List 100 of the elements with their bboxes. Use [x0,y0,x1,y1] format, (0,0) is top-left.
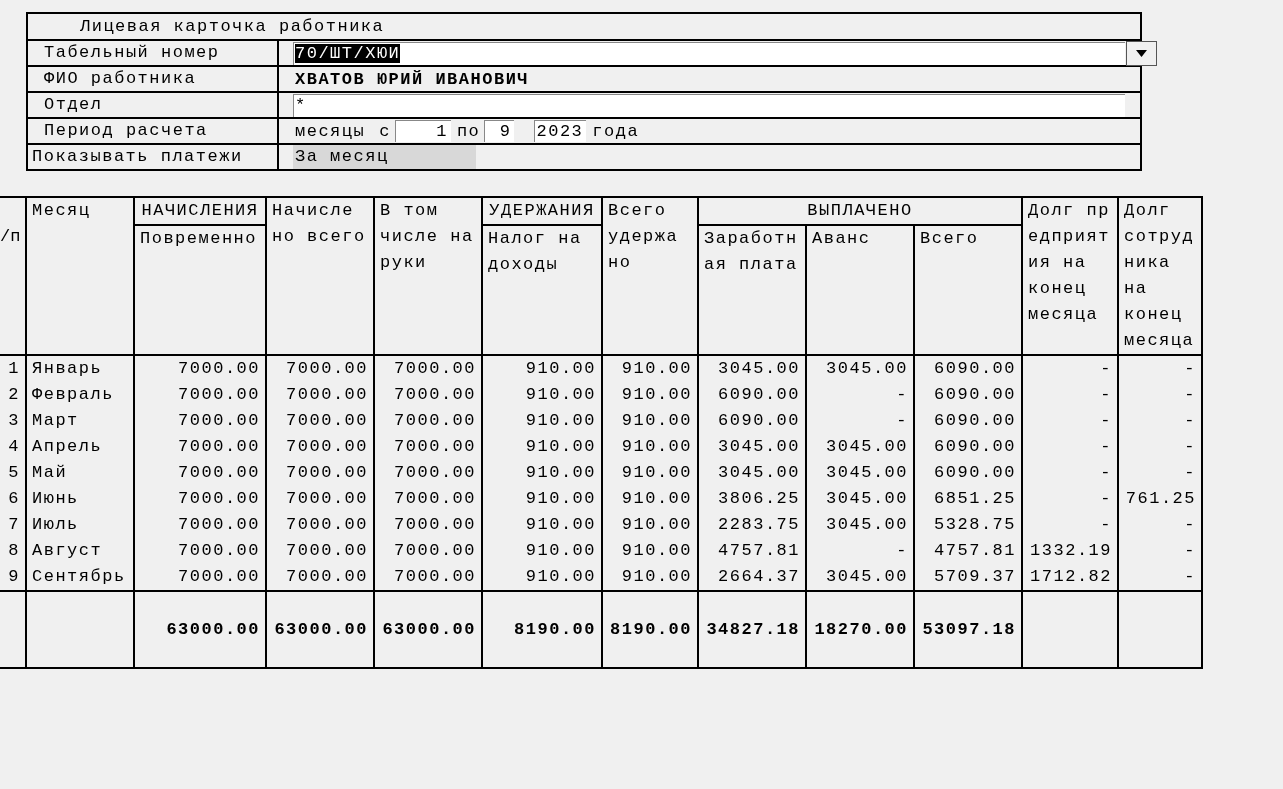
table-cell: - [1022,434,1118,460]
table-cell: 3045.00 [806,460,914,486]
table-cell: - [1118,512,1202,538]
table-cell: 6851.25 [914,486,1022,512]
table-cell: 3045.00 [698,355,806,382]
employee-name: ХВАТОВ ЮРИЙ ИВАНОВИЧ [294,69,530,89]
table-cell: 910.00 [482,538,602,564]
table-cell: 7000.00 [134,382,266,408]
table-cell: 7000.00 [266,382,374,408]
table-cell: 910.00 [482,512,602,538]
table-cell: 5328.75 [914,512,1022,538]
table-cell: Май [26,460,134,486]
table-cell: 4757.81 [698,538,806,564]
to-field[interactable]: 9 [484,120,515,142]
column-header: Заработн ая плата [698,225,806,355]
dropdown-button[interactable] [1126,40,1157,66]
table-cell: 6090.00 [698,382,806,408]
table-cell: 1712.82 [1022,564,1118,591]
table-cell: - [1118,538,1202,564]
total-cell: 8190.00 [602,591,698,668]
column-header: /п [0,197,26,355]
field-label: ФИО работника [44,69,197,88]
table-cell: 3 [0,408,26,434]
total-cell: 63000.00 [134,591,266,668]
table-cell: - [1118,564,1202,591]
table-cell: 7 [0,512,26,538]
field-label: Период расчета [44,121,208,140]
table-cell: 910.00 [602,382,698,408]
table-cell: 2664.37 [698,564,806,591]
table-cell: 7000.00 [134,512,266,538]
table-cell: 910.00 [602,486,698,512]
column-group-header: НАЧИСЛЕНИЯ [134,197,266,226]
table-cell: 7000.00 [374,512,482,538]
table-cell: 7000.00 [266,564,374,591]
period-unit: месяцы [294,121,366,141]
column-header: В том числе на руки [374,197,482,355]
table-cell: 7000.00 [266,355,374,382]
combo-field[interactable]: 70/ШТ/ХЮИ [293,41,1125,65]
table-cell: 9 [0,564,26,591]
payments-select[interactable]: За месяц [293,145,476,169]
table-cell: Август [26,538,134,564]
table-cell: 5709.37 [914,564,1022,591]
table-cell: 5 [0,460,26,486]
column-header: Долг пр едприят ия на конец месяца [1022,197,1118,355]
table-cell: - [1022,408,1118,434]
table-cell: - [1118,408,1202,434]
column-header: Аванс [806,225,914,355]
table-cell: 3045.00 [806,434,914,460]
table-cell: Сентябрь [26,564,134,591]
table-cell: - [806,408,914,434]
table-cell: 3045.00 [806,486,914,512]
table-cell: Март [26,408,134,434]
table-cell: 3045.00 [806,512,914,538]
table-cell: 910.00 [482,382,602,408]
table-cell: - [1022,460,1118,486]
table-cell: 6090.00 [914,408,1022,434]
column-header: Всего удержа но [602,197,698,355]
table-cell: 7000.00 [374,460,482,486]
table-cell: 7000.00 [134,355,266,382]
table-cell: 1332.19 [1022,538,1118,564]
from-field[interactable]: 1 [394,120,451,142]
table-cell: 910.00 [482,460,602,486]
table-cell: 910.00 [602,538,698,564]
table-cell: 1 [0,355,26,382]
table-cell: 7000.00 [266,486,374,512]
table-cell: 910.00 [482,486,602,512]
table-cell: 910.00 [602,434,698,460]
field-label: Табельный номер [44,43,220,62]
table-cell: 7000.00 [134,538,266,564]
table-cell: 7000.00 [374,538,482,564]
table-cell: 3045.00 [806,564,914,591]
table-cell: - [1022,382,1118,408]
total-cell: 53097.18 [914,591,1022,668]
department-field[interactable]: * [293,93,1125,117]
table-cell: 910.00 [482,355,602,382]
column-group-header: УДЕРЖАНИЯ [482,197,602,226]
table-cell: Январь [26,355,134,382]
caret-icon [1136,49,1147,57]
table-cell: - [1022,486,1118,512]
table-cell: 7000.00 [134,564,266,591]
column-header: Начисле но всего [266,197,374,355]
table-cell: 4 [0,434,26,460]
table-cell: 7000.00 [374,408,482,434]
column-header: Долг сотруд ника на конец месяца [1118,197,1202,355]
table-cell: - [1022,355,1118,382]
table-cell: - [1118,382,1202,408]
table-cell: Февраль [26,382,134,408]
table-cell: 7000.00 [134,434,266,460]
table-cell: 7000.00 [134,486,266,512]
table-cell: 7000.00 [266,512,374,538]
table-cell: 6090.00 [914,434,1022,460]
table-cell: 7000.00 [266,408,374,434]
to-label: по [455,121,481,141]
table-cell: - [806,538,914,564]
table-cell: - [1118,434,1202,460]
year-field[interactable]: 2023 [534,120,587,142]
table-cell: 2 [0,382,26,408]
table-cell: Июль [26,512,134,538]
total-cell: 34827.18 [698,591,806,668]
table-cell: 910.00 [482,408,602,434]
